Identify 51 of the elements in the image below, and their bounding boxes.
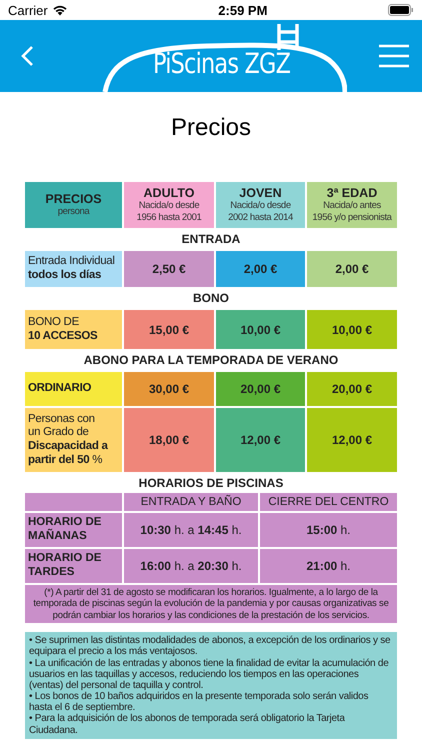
back-icon [20, 45, 34, 67]
price-cell: 2,00 € [216, 251, 305, 287]
price-cell: 30,00 € [124, 372, 214, 406]
note-text: • Los bonos de 10 baños adquiridos en la presente temporada solo serán validos hasta el 6 de septiembre. [29, 691, 370, 714]
price-cell: 12,00 € [307, 408, 397, 472]
row-label: HORARIO DE MAÑANAS [25, 513, 122, 547]
price-cell: 15,00 € [124, 310, 214, 349]
page-title: Precios [170, 113, 252, 143]
battery-icon [388, 4, 414, 16]
price-cell: 12,00 € [216, 408, 305, 472]
row-label: Personas con un Grado de Discapacidad a partir del 50 % [25, 408, 122, 472]
price-cell: 18,00 € [124, 408, 214, 472]
column-subtitle: persona [58, 206, 90, 218]
column-subtitle: Nacida/o antes 1956 y/o pensionista [312, 200, 392, 224]
table-cell: 16:00 h. a 20:30 h. [124, 549, 258, 583]
footnote: (*) A partir del 31 de agosto se modificaran los horarios. Igualmente, a lo largo de la temporada de piscinas según la evolución de la pandemia y por causas organizativas se podrán cambiar los horarios y las condiciones de la prestación de los servicios. [25, 585, 397, 624]
note-text: • La unificación de las entradas y abonos tiene la finalidad de evitar la acumulación de usuarios en las taquillas y accesos, reduciendo los tiempos en las operaciones (ventas) del personal de taquilla y control. [29, 658, 390, 692]
price-cell: 10,00 € [307, 310, 397, 349]
column-title: PRECIOS [45, 192, 102, 206]
price-cell: 10,00 € [216, 310, 305, 349]
row-label: ORDINARIO [25, 372, 122, 406]
section-title: ABONO PARA LA TEMPORADA DE VERANO [82, 352, 340, 369]
column-title: 3ª EDAD [326, 186, 378, 200]
price-cell: 20,00 € [307, 372, 397, 406]
table-cell: 21:00 h. [260, 549, 397, 583]
column-title: ADULTO [144, 186, 194, 200]
menu-icon [378, 44, 410, 68]
price-cell: 20,00 € [216, 372, 305, 406]
price-cell: 2,50 € [124, 251, 214, 287]
column-subtitle: Nacida/o desde 1956 hasta 2001 [136, 200, 202, 224]
column-subtitle: Nacida/o desde 2002 hasta 2014 [228, 200, 293, 224]
section-title: ENTRADA [180, 231, 242, 248]
row-label: HORARIO DE TARDES [25, 549, 122, 583]
note-text: • Se suprimen las distintas modalidades de abonos, a excepción de los ordinarios y se equipara el precio a los más ventajosos. [29, 635, 392, 658]
section-title: BONO [192, 290, 230, 307]
row-label: Entrada Individual todos los días [25, 251, 122, 287]
status-time: 2:59 PM [218, 2, 268, 18]
column-header: ENTRADA Y BAÑO [124, 493, 258, 511]
note-text: • Para la adquisición de los abonos de temporada será obligatorio la Tarjeta Ciudadana. [29, 713, 346, 736]
back-button[interactable] [20, 45, 34, 67]
table-cell: 15:00 h. [260, 513, 397, 547]
row-label: BONO DE 10 ACCESOS [25, 310, 122, 349]
logo-text: PiScinas ZGZ [153, 47, 290, 80]
wifi-icon [52, 4, 68, 16]
carrier-name: Carrier [8, 2, 48, 18]
column-title: JOVEN [239, 186, 282, 200]
table-cell: 10:30 h. a 14:45 h. [124, 513, 258, 547]
section-title: HORARIOS DE PISCINAS [138, 475, 284, 492]
price-cell: 2,00 € [307, 251, 397, 287]
column-header: CIERRE DEL CENTRO [260, 493, 397, 511]
menu-button[interactable] [378, 44, 410, 68]
